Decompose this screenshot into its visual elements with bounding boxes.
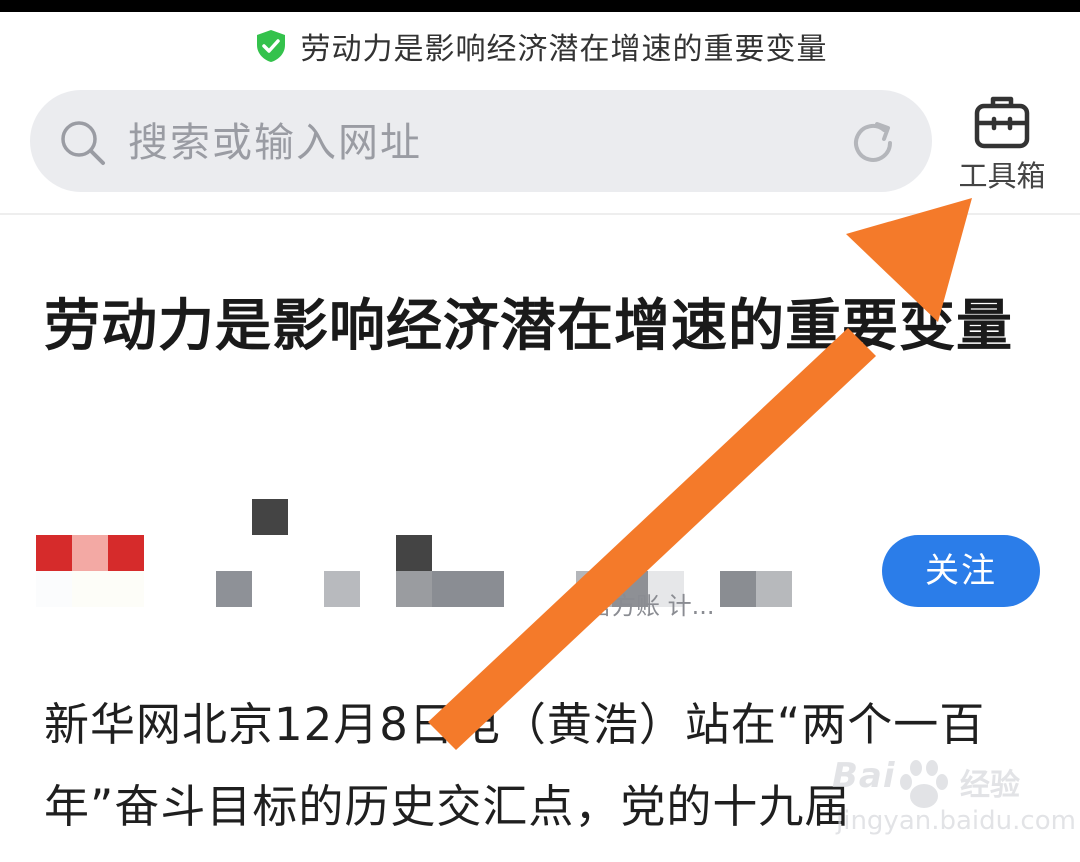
toolbox-label: 工具箱 xyxy=(958,159,1046,193)
header-divider xyxy=(0,213,1080,215)
toolbox-button[interactable]: 工具箱 xyxy=(950,92,1054,198)
search-icon xyxy=(61,121,105,165)
briefcase-icon xyxy=(974,96,1030,149)
baidu-jingyan-watermark: Bai 经验 jingyan.baidu.com xyxy=(832,756,1076,856)
follow-button[interactable]: 关注 xyxy=(882,535,1040,607)
site-title: 劳动力是影响经济潜在增速的重要变量 xyxy=(300,32,828,67)
refresh-icon[interactable] xyxy=(846,116,900,170)
article-title: 劳动力是影响经济潜在增速的重要变量 xyxy=(44,294,1013,359)
shield-check-icon xyxy=(256,30,285,62)
search-placeholder[interactable]: 搜索或输入网址 xyxy=(128,118,422,168)
author-meta: 官方账 计... xyxy=(588,592,715,620)
watermark-brand: Bai xyxy=(832,756,896,796)
watermark-url: jingyan.baidu.com xyxy=(836,806,1076,836)
status-bar xyxy=(0,0,1080,12)
browser-page: 劳动力是影响经济潜在增速的重要变量 搜索或输入网址 工具箱 劳动力是影响经济潜在… xyxy=(0,0,1080,862)
site-title-bar[interactable]: 劳动力是影响经济潜在增速的重要变量 xyxy=(0,22,1080,70)
watermark-jingyan: 经验 xyxy=(960,768,1020,803)
